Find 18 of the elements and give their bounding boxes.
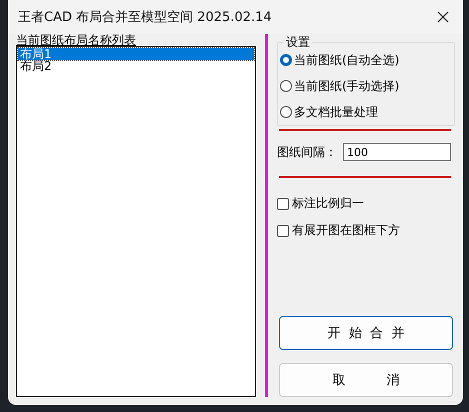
checkbox[interactable] bbox=[277, 198, 289, 210]
radio-button[interactable] bbox=[280, 54, 292, 66]
spacing-label: 图纸间隔： bbox=[277, 144, 337, 160]
checkbox-label[interactable]: 有展开图在图框下方 bbox=[292, 222, 400, 239]
cancel-button[interactable]: 取 消 bbox=[279, 363, 453, 397]
radio-button[interactable] bbox=[280, 106, 292, 118]
checkbox-label[interactable]: 标注比例归一 bbox=[292, 195, 364, 212]
radio-label[interactable]: 多文档批量处理 bbox=[294, 104, 378, 120]
radio-label[interactable]: 当前图纸(自动全选) bbox=[294, 52, 400, 68]
spacing-field[interactable]: 100 bbox=[343, 143, 451, 161]
list-label: 当前图纸布局名称列表 bbox=[16, 34, 137, 46]
checkbox[interactable] bbox=[277, 224, 289, 236]
window-title: 王者CAD 布局合并至模型空间 2025.02.14 bbox=[18, 9, 272, 26]
close-icon[interactable] bbox=[437, 11, 449, 23]
list-item[interactable]: 布局1 bbox=[18, 48, 254, 60]
radio-button[interactable] bbox=[280, 80, 292, 92]
merge-button[interactable]: 开 始 合 并 bbox=[279, 316, 453, 350]
radio-label[interactable]: 当前图纸(手动选择) bbox=[294, 78, 400, 94]
